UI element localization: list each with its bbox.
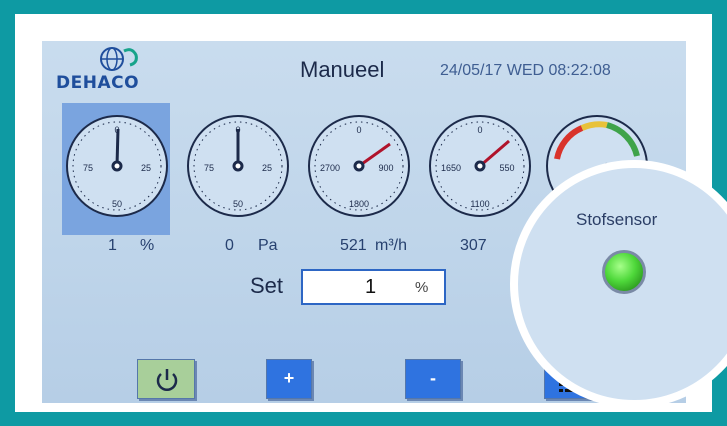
gauge-label: 0 [477,125,482,135]
gauge-label: 900 [378,163,393,173]
gauge-label: 50 [233,199,243,209]
logo-text: DEHACO [56,73,140,93]
setpoint-unit: % [415,279,429,296]
dehaco-logo: DEHACO [52,45,162,95]
increase-button[interactable]: + [266,359,312,399]
gauge-reading-value: 521 [340,237,367,254]
gauge-label: 1100 [470,199,489,209]
gauge-label: 1800 [349,199,369,209]
gauge-label: 50 [112,199,122,209]
gauge-needle [115,128,120,167]
gauge-label: 550 [499,163,514,173]
globe-icon [100,47,138,71]
gauge-reading-value: 1 [108,237,117,254]
gauge-label: 0 [356,125,361,135]
gauge-label: 25 [262,163,272,173]
gauge-reading-unit: Pa [258,237,278,254]
datetime-display: 24/05/17 WED 08:22:08 [440,62,611,79]
gauge-pressure[interactable]: 0 25 50 75 [183,111,293,221]
page-title: Manueel [300,57,385,82]
gauge-percent[interactable]: 0 25 50 75 [62,111,172,221]
gauge-label: 75 [83,163,93,173]
gauge-reading-unit: m³/h [375,237,407,254]
gauge-airflow[interactable]: 0 900 1800 2700 [304,111,414,221]
decrease-button[interactable]: - [405,359,461,399]
sensor-label: Stofsensor [576,210,658,229]
gauge-reading-value: 0 [225,237,234,254]
plus-label: + [283,368,295,388]
gauge-label: 75 [204,163,214,173]
gauge-flow-2[interactable]: 0 550 1100 1650 [425,111,535,221]
gauge-reading-value: 307 [460,237,487,254]
gauge-label: 25 [141,163,151,173]
gauge-label: 2700 [320,163,340,173]
gauge-label: 1650 [441,163,461,173]
minus-label: - [430,368,436,388]
setpoint-value: 1 [365,276,377,298]
power-icon [156,369,178,391]
setpoint-input[interactable]: 1 % [301,269,446,305]
power-button[interactable] [137,359,195,399]
set-label: Set [250,273,284,298]
sensor-status-led [602,250,646,294]
gauge-reading-unit: % [140,237,155,254]
